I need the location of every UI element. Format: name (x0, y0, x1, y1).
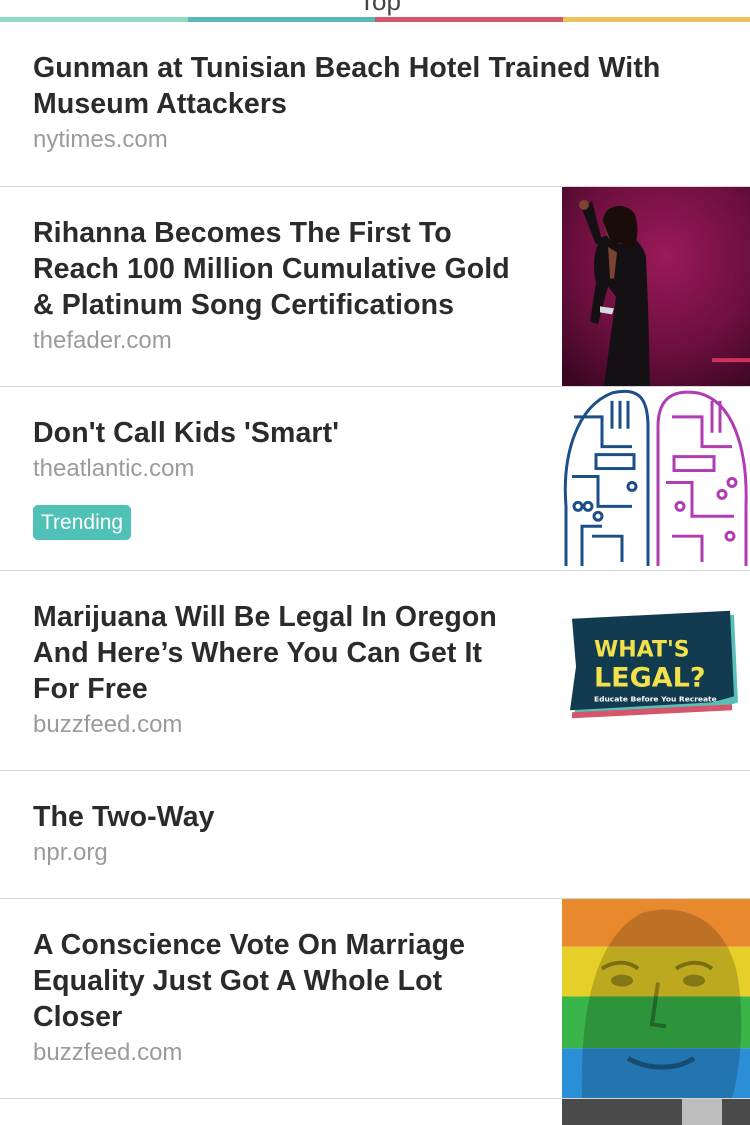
whats-legal-logo-thumbnail[interactable]: WHAT'S LEGAL? Educate Before You Recreat… (562, 571, 750, 770)
article-item[interactable]: Don't Call Kids 'Smart' theatlantic.com … (0, 387, 750, 571)
logo-tagline: Educate Before You Recreate (594, 694, 717, 703)
logo-line-2: LEGAL? (594, 662, 706, 693)
circuit-brain-thumbnail[interactable] (562, 387, 750, 570)
article-text: Gunman at Tunisian Beach Hotel Trained W… (33, 50, 713, 158)
article-text: Don't Call Kids 'Smart' theatlantic.com … (33, 415, 533, 540)
article-item[interactable]: Gunman at Tunisian Beach Hotel Trained W… (0, 22, 750, 187)
article-list: Gunman at Tunisian Beach Hotel Trained W… (0, 22, 750, 1125)
article-headline[interactable]: Rihanna Becomes The First To Reach 100 M… (33, 215, 533, 323)
article-source: npr.org (33, 839, 108, 866)
performer-photo-thumbnail[interactable] (562, 187, 750, 386)
article-text: A Conscience Vote On Marriage Equality J… (33, 927, 533, 1071)
article-text: Rihanna Becomes The First To Reach 100 M… (33, 215, 533, 359)
article-item[interactable]: Rihanna Becomes The First To Reach 100 M… (0, 187, 750, 387)
logo-line-1: WHAT'S (594, 638, 690, 663)
article-source: buzzfeed.com (33, 1039, 183, 1066)
article-headline[interactable]: Gunman at Tunisian Beach Hotel Trained W… (33, 50, 713, 122)
trending-badge: Trending (33, 505, 132, 540)
tab-title[interactable]: Top (300, 0, 460, 17)
article-headline[interactable]: Marijuana Will Be Legal In Oregon And He… (33, 599, 533, 707)
article-item-partial[interactable] (0, 1099, 750, 1125)
article-source: nytimes.com (33, 126, 168, 153)
article-source: theatlantic.com (33, 455, 195, 482)
article-item[interactable]: A Conscience Vote On Marriage Equality J… (0, 899, 750, 1099)
next-article-thumbnail[interactable] (562, 1099, 750, 1125)
rainbow-portrait-thumbnail[interactable] (562, 899, 750, 1098)
article-source: buzzfeed.com (33, 711, 183, 738)
top-tab-bar: Top (0, 0, 750, 22)
article-headline[interactable]: The Two-Way (33, 799, 713, 835)
article-source: thefader.com (33, 327, 172, 354)
news-feed-screen: Top Gunman at Tunisian Beach Hotel Train… (0, 0, 750, 1125)
article-headline[interactable]: Don't Call Kids 'Smart' (33, 415, 533, 451)
article-item[interactable]: Marijuana Will Be Legal In Oregon And He… (0, 571, 750, 771)
article-item[interactable]: The Two-Way npr.org (0, 771, 750, 899)
article-text: The Two-Way npr.org (33, 799, 713, 871)
article-text: Marijuana Will Be Legal In Oregon And He… (33, 599, 533, 743)
article-headline[interactable]: A Conscience Vote On Marriage Equality J… (33, 927, 533, 1035)
